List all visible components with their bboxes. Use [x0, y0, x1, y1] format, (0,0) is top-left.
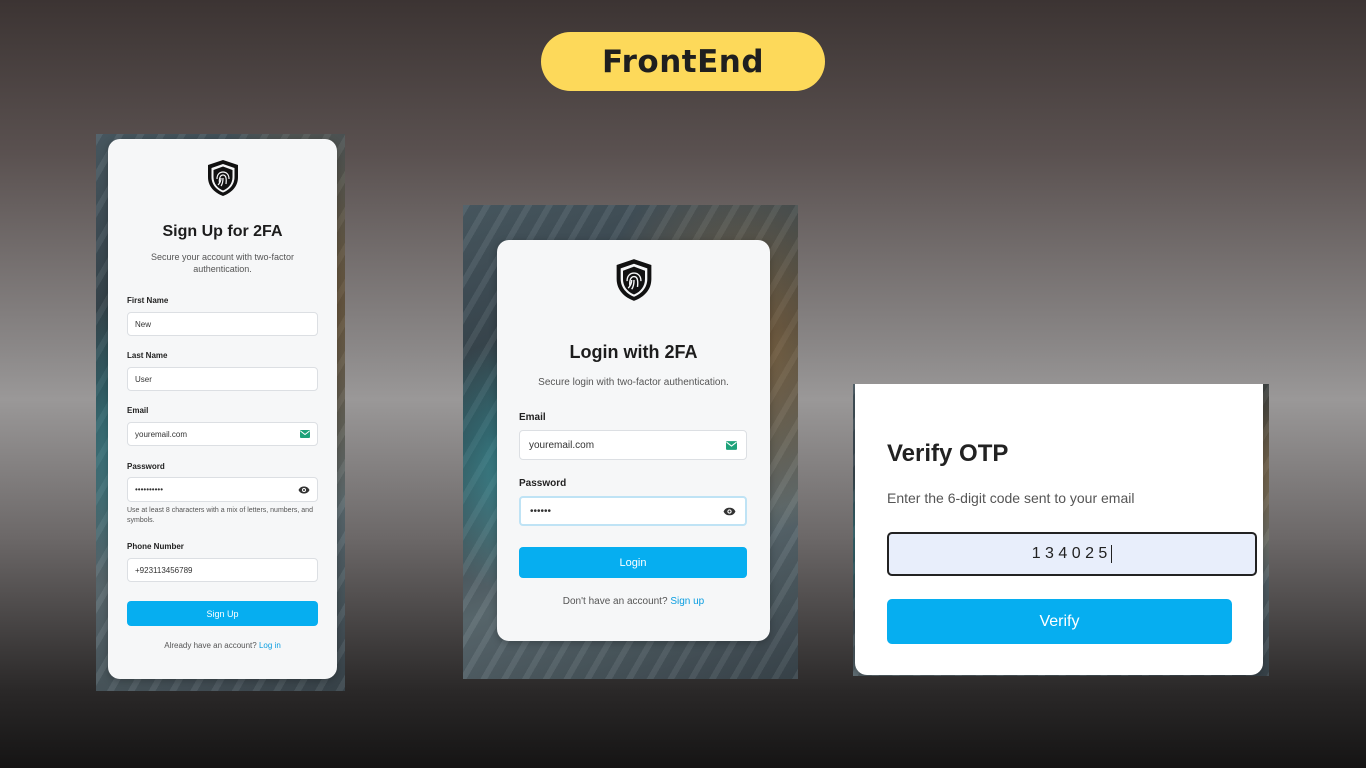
login-button[interactable]: Login — [519, 547, 747, 578]
eye-icon[interactable] — [298, 486, 310, 494]
last-name-label: Last Name — [127, 351, 168, 360]
mail-icon — [726, 440, 737, 450]
login-screenshot: Login with 2FA Secure login with two-fac… — [463, 205, 798, 679]
signup-password-field[interactable]: •••••••••• — [127, 477, 318, 502]
login-footer-text: Don't have an account? — [562, 596, 668, 607]
signup-link[interactable]: Sign up — [670, 596, 704, 607]
phone-field[interactable]: +923113456789 — [127, 558, 318, 582]
login-subtitle: Secure login with two-factor authenticat… — [538, 377, 729, 388]
signup-footer-text: Already have an account? — [164, 641, 257, 650]
otp-input[interactable]: 1 3 4 0 2 5 — [887, 532, 1257, 576]
otp-title: Verify OTP — [887, 440, 1009, 467]
login-link[interactable]: Log in — [259, 641, 281, 650]
otp-code: 1 3 4 0 2 5 — [1031, 545, 1108, 562]
phone-label: Phone Number — [127, 542, 184, 551]
signup-subtitle: Secure your account with two-factor auth… — [150, 252, 295, 274]
login-title: Login with 2FA — [569, 342, 698, 362]
signup-card: Sign Up for 2FA Secure your account with… — [108, 139, 337, 679]
first-name-value: New — [135, 319, 152, 329]
mail-icon — [300, 430, 310, 438]
signup-title: Sign Up for 2FA — [162, 223, 283, 240]
verify-button[interactable]: Verify — [887, 599, 1232, 644]
login-email-field[interactable]: youremail.com — [519, 430, 747, 460]
shield-fingerprint-icon — [616, 259, 651, 301]
shield-fingerprint-icon — [207, 160, 238, 196]
first-name-label: First Name — [127, 296, 169, 305]
signup-button[interactable]: Sign Up — [127, 601, 318, 626]
otp-card: Verify OTP Enter the 6-digit code sent t… — [855, 384, 1263, 675]
signup-footer: Already have an account? Log in — [108, 641, 337, 650]
login-footer: Don't have an account? Sign up — [497, 596, 770, 607]
last-name-value: User — [135, 374, 152, 384]
signup-password-label: Password — [127, 462, 165, 471]
page-title: FrontEnd — [541, 32, 825, 91]
login-password-field[interactable]: •••••• — [519, 496, 747, 526]
login-password-value: •••••• — [530, 505, 552, 517]
phone-value: +923113456789 — [135, 565, 193, 575]
eye-icon[interactable] — [723, 507, 736, 516]
otp-screenshot: Verify OTP Enter the 6-digit code sent t… — [853, 384, 1269, 676]
signup-email-field[interactable]: youremail.com — [127, 422, 318, 446]
first-name-field[interactable]: New — [127, 312, 318, 336]
login-card: Login with 2FA Secure login with two-fac… — [497, 240, 770, 641]
password-hint: Use at least 8 characters with a mix of … — [127, 507, 313, 524]
signup-email-value: youremail.com — [135, 429, 188, 439]
login-email-value: youremail.com — [529, 439, 595, 451]
login-password-label: Password — [519, 478, 567, 489]
login-email-label: Email — [519, 412, 546, 423]
signup-email-label: Email — [127, 406, 149, 415]
signup-screenshot: Sign Up for 2FA Secure your account with… — [96, 134, 345, 691]
otp-subtitle: Enter the 6-digit code sent to your emai… — [887, 490, 1135, 506]
signup-password-value: •••••••••• — [135, 485, 164, 494]
last-name-field[interactable]: User — [127, 367, 318, 391]
text-cursor — [1111, 545, 1113, 563]
